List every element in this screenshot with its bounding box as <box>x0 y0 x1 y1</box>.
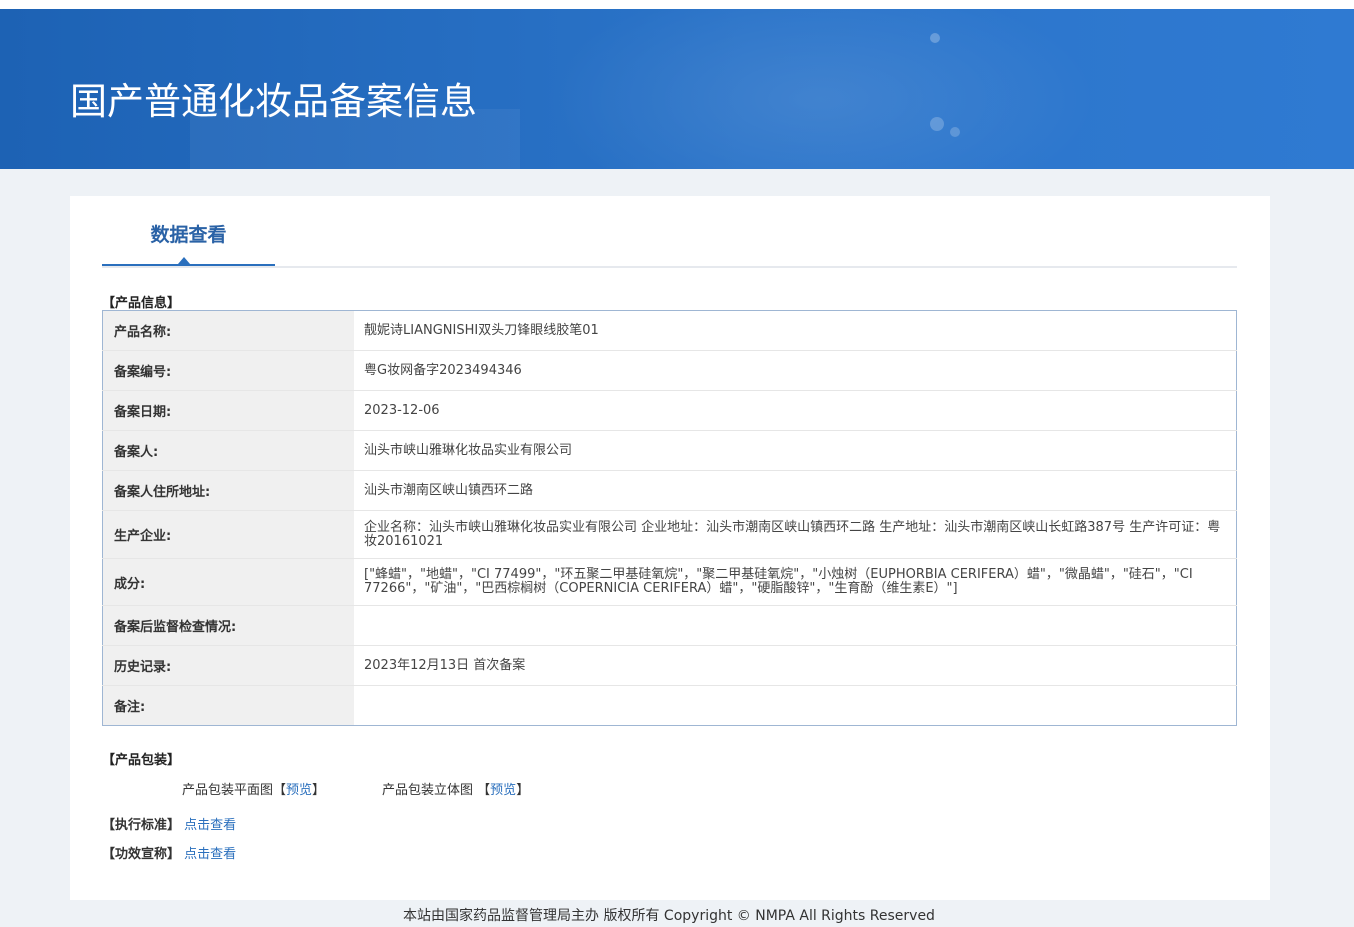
row-label: 备案人: <box>102 430 354 471</box>
row-value: 企业名称：汕头市峡山雅琳化妆品实业有限公司 企业地址：汕头市潮南区峡山镇西环二路… <box>354 510 1237 559</box>
table-row: 生产企业: 企业名称：汕头市峡山雅琳化妆品实业有限公司 企业地址：汕头市潮南区峡… <box>102 510 1237 559</box>
tab-bar: 数据查看 <box>102 196 1237 268</box>
table-row: 备案日期: 2023-12-06 <box>102 390 1237 431</box>
row-label: 成分: <box>102 558 354 606</box>
page-title: 国产普通化妆品备案信息 <box>70 80 477 123</box>
row-value: ["蜂蜡"，"地蜡"，"CI 77499"，"环五聚二甲基硅氧烷"，"聚二甲基硅… <box>354 558 1237 606</box>
row-label: 生产企业: <box>102 510 354 559</box>
product-info-table: 产品名称: 靓妮诗LIANGNISHI双头刀锋眼线胶笔01 备案编号: 粤G妆网… <box>102 310 1237 726</box>
banner-dot <box>930 33 940 43</box>
row-value <box>354 686 1237 726</box>
top-strip <box>0 0 1354 9</box>
table-row: 产品名称: 靓妮诗LIANGNISHI双头刀锋眼线胶笔01 <box>102 310 1237 351</box>
tab-active-indicator <box>178 257 190 264</box>
row-label: 备案编号: <box>102 350 354 391</box>
packaging-solid-preview-link[interactable]: 预览 <box>490 783 516 798</box>
header-banner: 国产普通化妆品备案信息 <box>0 9 1354 169</box>
row-value: 2023-12-06 <box>354 390 1237 431</box>
row-value: 汕头市峡山雅琳化妆品实业有限公司 <box>354 430 1237 471</box>
bracket-open: 【 <box>273 783 287 798</box>
row-value: 靓妮诗LIANGNISHI双头刀锋眼线胶笔01 <box>354 310 1237 351</box>
product-info-section-title: 【产品信息】 <box>102 296 181 311</box>
tab-data-view[interactable]: 数据查看 <box>102 196 275 266</box>
bracket-close: 】 <box>312 783 326 798</box>
row-label: 产品名称: <box>102 310 354 351</box>
banner-glow <box>520 9 1120 169</box>
content-card: 数据查看 【产品信息】 产品名称: 靓妮诗LIANGNISHI双头刀锋眼线胶笔0… <box>70 196 1270 900</box>
banner-dot <box>950 127 960 137</box>
packaging-solid-label: 产品包装立体图 <box>382 783 474 798</box>
bracket-close: 】 <box>516 783 530 798</box>
packaging-section-title: 【产品包装】 <box>102 753 181 768</box>
banner-dot <box>930 117 944 131</box>
standard-view-link[interactable]: 点击查看 <box>184 818 236 833</box>
row-label: 历史记录: <box>102 645 354 686</box>
packaging-flat-item: 产品包装平面图【预览】 <box>182 779 325 798</box>
row-value <box>354 605 1237 646</box>
standard-item: 【执行标准】 点击查看 <box>102 814 236 833</box>
row-value: 2023年12月13日 首次备案 <box>354 645 1237 686</box>
footer-copyright: 本站由国家药品监督管理局主办 版权所有 Copyright © NMPA All… <box>403 908 935 924</box>
table-row: 备案编号: 粤G妆网备字2023494346 <box>102 350 1237 391</box>
row-label: 备案人住所地址: <box>102 470 354 511</box>
efficacy-label: 【功效宣称】 <box>102 847 181 862</box>
packaging-solid-item: 产品包装立体图 【预览】 <box>382 779 529 798</box>
table-row: 备案人: 汕头市峡山雅琳化妆品实业有限公司 <box>102 430 1237 471</box>
bracket-open: 【 <box>477 783 491 798</box>
table-row: 成分: ["蜂蜡"，"地蜡"，"CI 77499"，"环五聚二甲基硅氧烷"，"聚… <box>102 558 1237 606</box>
packaging-flat-label: 产品包装平面图 <box>182 783 274 798</box>
standard-label: 【执行标准】 <box>102 818 181 833</box>
row-label: 备注: <box>102 685 354 726</box>
efficacy-item: 【功效宣称】 点击查看 <box>102 843 236 862</box>
packaging-flat-preview-link[interactable]: 预览 <box>286 783 312 798</box>
table-row: 备案后监督检查情况: <box>102 605 1237 646</box>
table-row: 历史记录: 2023年12月13日 首次备案 <box>102 645 1237 686</box>
row-value: 粤G妆网备字2023494346 <box>354 350 1237 391</box>
row-label: 备案后监督检查情况: <box>102 605 354 646</box>
efficacy-view-link[interactable]: 点击查看 <box>184 847 236 862</box>
row-label: 备案日期: <box>102 390 354 431</box>
table-row: 备案人住所地址: 汕头市潮南区峡山镇西环二路 <box>102 470 1237 511</box>
table-row: 备注: <box>102 685 1237 726</box>
row-value: 汕头市潮南区峡山镇西环二路 <box>354 470 1237 511</box>
